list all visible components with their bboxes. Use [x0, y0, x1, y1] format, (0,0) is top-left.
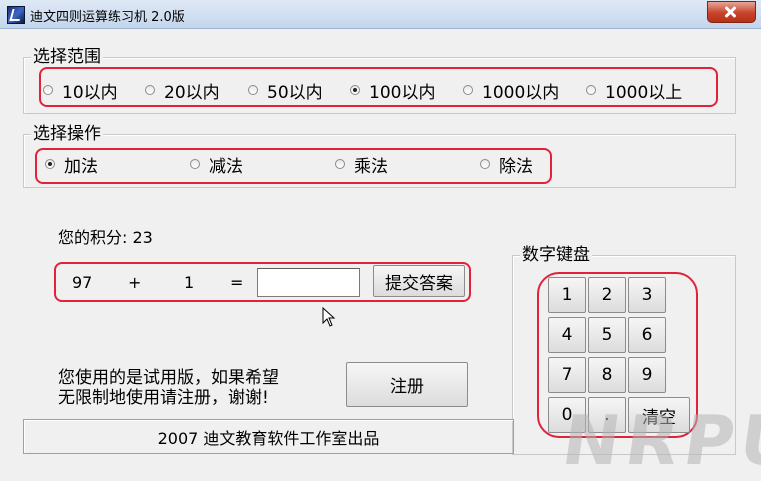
close-button[interactable] — [707, 1, 756, 23]
radio-button-icon — [463, 85, 473, 95]
operand-1: 97 — [72, 273, 93, 292]
score-label: 您的积分: 23 — [58, 228, 153, 247]
radio-button-icon — [586, 85, 596, 95]
radio-button-icon — [190, 159, 200, 169]
app-icon — [7, 6, 25, 24]
mouse-cursor-icon — [322, 307, 336, 327]
radio-range-50[interactable]: 50以内 — [248, 79, 323, 103]
keypad-key-7[interactable]: 7 — [548, 357, 586, 393]
register-button[interactable]: 注册 — [346, 362, 468, 407]
radio-range-100[interactable]: 100以内 — [350, 79, 436, 103]
radio-label: 1000以上 — [605, 82, 683, 103]
radio-button-icon — [145, 85, 155, 95]
keypad-key-2[interactable]: 2 — [588, 277, 626, 313]
radio-range-1000[interactable]: 1000以内 — [463, 79, 560, 103]
radio-range-20[interactable]: 20以内 — [145, 79, 220, 103]
trial-message-line-2: 无限制地使用请注册，谢谢! — [58, 388, 269, 408]
radio-op-subtract[interactable]: 减法 — [190, 153, 243, 177]
radio-button-icon — [480, 159, 490, 169]
radio-range-10[interactable]: 10以内 — [43, 79, 118, 103]
radio-button-icon — [350, 85, 360, 95]
keypad-key-6[interactable]: 6 — [628, 317, 666, 353]
radio-label: 乘法 — [354, 156, 388, 177]
keypad-key-4[interactable]: 4 — [548, 317, 586, 353]
radio-label: 20以内 — [164, 82, 220, 103]
keypad-key-9[interactable]: 9 — [628, 357, 666, 393]
radio-label: 50以内 — [267, 82, 323, 103]
keypad-group-title: 数字键盘 — [520, 245, 592, 265]
range-group-title: 选择范围 — [31, 47, 103, 67]
radio-label: 除法 — [499, 156, 533, 177]
keypad-key-5[interactable]: 5 — [588, 317, 626, 353]
operation-highlight — [35, 148, 552, 184]
radio-button-icon — [335, 159, 345, 169]
submit-answer-button[interactable]: 提交答案 — [373, 265, 465, 297]
operator-sign: + — [128, 273, 142, 292]
title-bar: 迪文四则运算练习机 2.0版 — [0, 0, 761, 29]
operation-group-title: 选择操作 — [31, 124, 103, 144]
radio-label: 1000以内 — [482, 82, 560, 103]
keypad-key-3[interactable]: 3 — [628, 277, 666, 313]
radio-button-icon — [43, 85, 53, 95]
radio-range-over-1000[interactable]: 1000以上 — [586, 79, 683, 103]
window-title: 迪文四则运算练习机 2.0版 — [30, 10, 185, 25]
keypad-key-8[interactable]: 8 — [588, 357, 626, 393]
radio-label: 100以内 — [369, 82, 436, 103]
radio-op-divide[interactable]: 除法 — [480, 153, 533, 177]
watermark: NRPUN — [557, 402, 761, 481]
keypad-key-1[interactable]: 1 — [548, 277, 586, 313]
radio-label: 加法 — [64, 156, 98, 177]
radio-button-icon — [248, 85, 258, 95]
equals-sign: = — [230, 273, 244, 292]
operand-2: 1 — [184, 273, 195, 292]
answer-input[interactable] — [257, 268, 360, 297]
status-bar: 2007 迪文教育软件工作室出品 — [23, 419, 514, 454]
radio-button-icon — [45, 159, 55, 169]
status-bar-text: 2007 迪文教育软件工作室出品 — [157, 428, 380, 448]
radio-op-add[interactable]: 加法 — [45, 153, 98, 177]
radio-label: 10以内 — [62, 82, 118, 103]
radio-label: 减法 — [209, 156, 243, 177]
radio-op-multiply[interactable]: 乘法 — [335, 153, 388, 177]
